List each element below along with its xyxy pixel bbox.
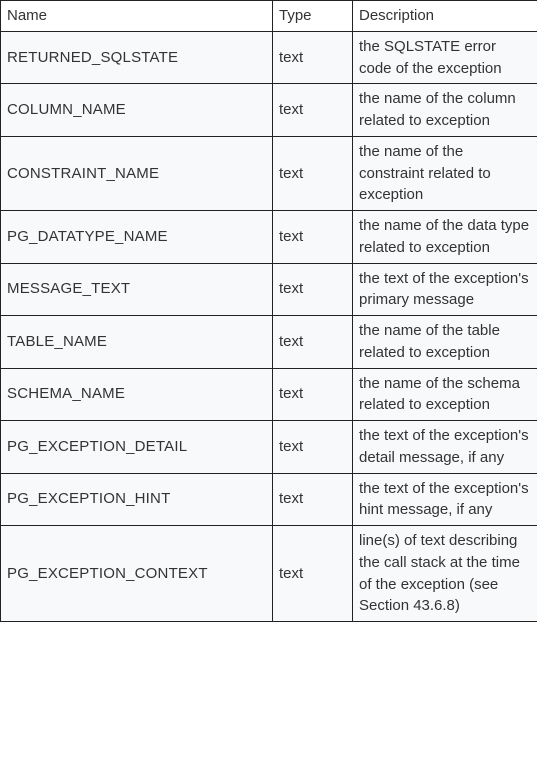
cell-name: CONSTRAINT_NAME xyxy=(1,136,273,210)
diagnostics-table-wrap: Name Type Description RETURNED_SQLSTATE … xyxy=(0,0,537,622)
cell-type: text xyxy=(273,31,353,84)
table-row: PG_EXCEPTION_HINT text the text of the e… xyxy=(1,473,537,526)
cell-description: the text of the exception's hint message… xyxy=(353,473,537,526)
cell-name: PG_EXCEPTION_HINT xyxy=(1,473,273,526)
cell-name: COLUMN_NAME xyxy=(1,84,273,137)
column-header-description: Description xyxy=(353,1,537,32)
table-row: MESSAGE_TEXT text the text of the except… xyxy=(1,263,537,316)
cell-type: text xyxy=(273,136,353,210)
cell-type: text xyxy=(273,263,353,316)
cell-type: text xyxy=(273,211,353,264)
cell-type: text xyxy=(273,526,353,622)
cell-name: PG_EXCEPTION_DETAIL xyxy=(1,421,273,474)
cell-description: the name of the table related to excepti… xyxy=(353,316,537,369)
cell-type: text xyxy=(273,368,353,421)
table-header-row: Name Type Description xyxy=(1,1,537,32)
cell-name: RETURNED_SQLSTATE xyxy=(1,31,273,84)
table-row: PG_EXCEPTION_CONTEXT text line(s) of tex… xyxy=(1,526,537,622)
column-header-name: Name xyxy=(1,1,273,32)
cell-type: text xyxy=(273,84,353,137)
cell-name: PG_DATATYPE_NAME xyxy=(1,211,273,264)
table-row: TABLE_NAME text the name of the table re… xyxy=(1,316,537,369)
table-row: CONSTRAINT_NAME text the name of the con… xyxy=(1,136,537,210)
cell-description: the SQLSTATE error code of the exception xyxy=(353,31,537,84)
cell-description: the text of the exception's detail messa… xyxy=(353,421,537,474)
table-row: PG_DATATYPE_NAME text the name of the da… xyxy=(1,211,537,264)
cell-type: text xyxy=(273,316,353,369)
table-row: RETURNED_SQLSTATE text the SQLSTATE erro… xyxy=(1,31,537,84)
cell-description: line(s) of text describing the call stac… xyxy=(353,526,537,622)
cell-description: the text of the exception's primary mess… xyxy=(353,263,537,316)
cell-type: text xyxy=(273,473,353,526)
table-row: SCHEMA_NAME text the name of the schema … xyxy=(1,368,537,421)
table-row: PG_EXCEPTION_DETAIL text the text of the… xyxy=(1,421,537,474)
cell-type: text xyxy=(273,421,353,474)
cell-description: the name of the column related to except… xyxy=(353,84,537,137)
cell-name: TABLE_NAME xyxy=(1,316,273,369)
cell-name: MESSAGE_TEXT xyxy=(1,263,273,316)
cell-name: SCHEMA_NAME xyxy=(1,368,273,421)
table-row: COLUMN_NAME text the name of the column … xyxy=(1,84,537,137)
cell-description: the name of the constraint related to ex… xyxy=(353,136,537,210)
cell-description: the name of the schema related to except… xyxy=(353,368,537,421)
column-header-type: Type xyxy=(273,1,353,32)
cell-name: PG_EXCEPTION_CONTEXT xyxy=(1,526,273,622)
diagnostics-table: Name Type Description RETURNED_SQLSTATE … xyxy=(0,0,537,622)
cell-description: the name of the data type related to exc… xyxy=(353,211,537,264)
